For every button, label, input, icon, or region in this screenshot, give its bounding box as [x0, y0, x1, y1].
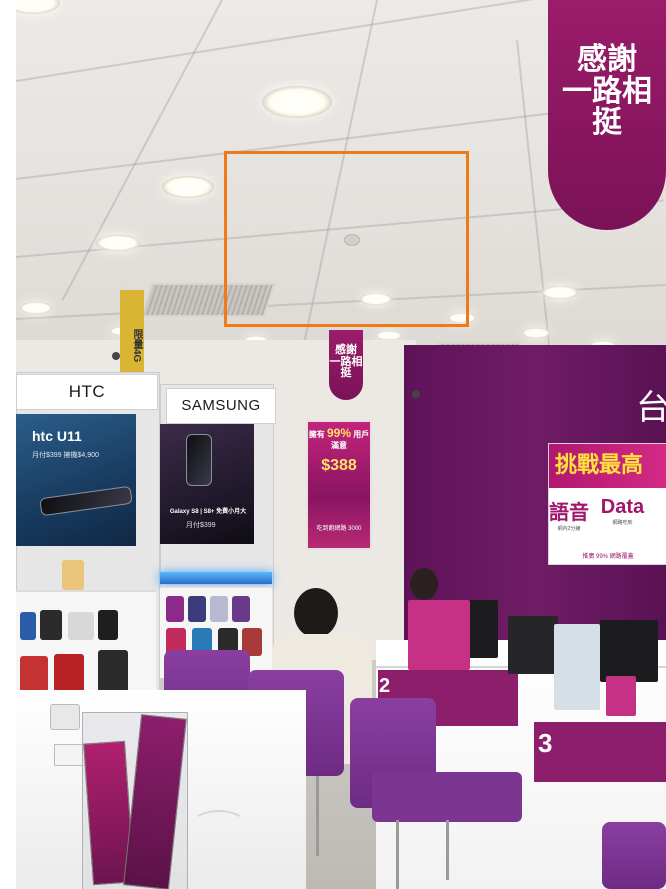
chair-leg: [396, 820, 399, 889]
poster-headline: 擁有 99% 用戶滿意: [308, 426, 370, 451]
accessory-item: [166, 596, 184, 622]
htc-screen-subtitle: 月付$399 擁機$4,900: [32, 452, 99, 459]
phone-image: [39, 485, 133, 517]
brochure-stand: [606, 676, 636, 716]
promo-poster: 擁有 99% 用戶滿意 $388 吃到飽網路 3000: [306, 420, 372, 550]
counter-number-3: 3: [538, 728, 553, 758]
staff-head: [410, 568, 438, 600]
sign-headline: 挑戰最高: [549, 444, 666, 488]
cable: [192, 810, 246, 838]
highlight-box: [224, 151, 469, 327]
promo-sign: 挑戰最高 語音 網內2分鐘 Data 網路吃到 推廣 99% 網路覆蓋: [548, 443, 666, 565]
phone-image: [186, 434, 212, 486]
sign-footer: 推廣 99% 網路覆蓋: [582, 554, 634, 560]
accessory-item: [210, 596, 228, 622]
accessory-item: [20, 656, 48, 692]
sign-voice-label: 語音: [549, 500, 589, 524]
chair-seat: [372, 772, 522, 822]
customer-head: [294, 588, 338, 638]
counter-panel-3: [534, 722, 666, 782]
poster-footer: 吃到飽網路 3000: [316, 526, 362, 532]
phone-stand: [50, 704, 80, 730]
accessory-item: [40, 610, 62, 640]
ceiling-light: [96, 235, 140, 251]
accessory-item: [98, 650, 128, 692]
ceiling-light: [262, 86, 332, 118]
samsung-screen-subtitle: 月付$399: [186, 522, 216, 529]
ceiling-light: [542, 286, 578, 299]
accessory-item: [232, 596, 250, 622]
samsung-brand-header: SAMSUNG: [166, 388, 276, 424]
brochure-stand: [408, 600, 470, 670]
security-camera: [412, 390, 420, 398]
ceiling-light: [162, 176, 214, 198]
store-scene: 台 感謝 一路相挺 感謝 一路相挺 限量4G HTC htc U11 月付$39…: [16, 0, 666, 889]
samsung-glow-shelf: [160, 572, 272, 584]
sign-voice-sub: 網內2分鐘: [557, 526, 581, 532]
poster-top-number: 99%: [326, 426, 352, 440]
purple-chair: [602, 822, 666, 889]
samsung-screen: Galaxy S8 | S8+ 免費小月大 月付$399: [160, 424, 254, 544]
sign-data-block: Data 網路吃到: [593, 496, 651, 526]
thanks-hanging-banner: 感謝 一路相挺: [548, 0, 666, 230]
sign-data-label: Data: [600, 496, 645, 518]
ceiling-light: [20, 302, 52, 314]
accessory-item: [54, 654, 84, 692]
thanks-small-banner: 感謝 一路相挺: [329, 330, 363, 400]
accessory-item: [20, 612, 36, 640]
htc-screen-title: htc U11: [32, 428, 82, 444]
chair-leg: [446, 820, 449, 880]
ceiling-light: [376, 331, 402, 340]
sign-data-sub: 網路吃到: [612, 520, 633, 526]
security-camera: [112, 352, 120, 360]
poster-price: $388: [321, 457, 357, 474]
promo-yellow-banner: 限量4G: [120, 290, 144, 380]
counter-number-2: 2: [379, 675, 391, 697]
poster-top-label: 擁有: [308, 430, 325, 439]
accessory-item: [188, 596, 206, 622]
htc-brand-header: HTC: [16, 374, 158, 410]
monitor: [600, 620, 658, 682]
accessory-item: [98, 610, 118, 640]
chair-leg: [316, 776, 319, 856]
monitor: [508, 616, 558, 674]
sign-voice-block: 語音 網內2分鐘: [549, 496, 589, 532]
samsung-screen-title: Galaxy S8 | S8+ 免費小月大: [169, 509, 247, 515]
htc-screen: htc U11 月付$399 擁機$4,900: [16, 414, 136, 546]
purple-wall-text: 台: [636, 388, 666, 428]
ceiling-light: [522, 328, 550, 338]
brochure-stand: [554, 624, 600, 710]
accessory-item: [68, 612, 94, 640]
accessory-item: [62, 560, 84, 590]
